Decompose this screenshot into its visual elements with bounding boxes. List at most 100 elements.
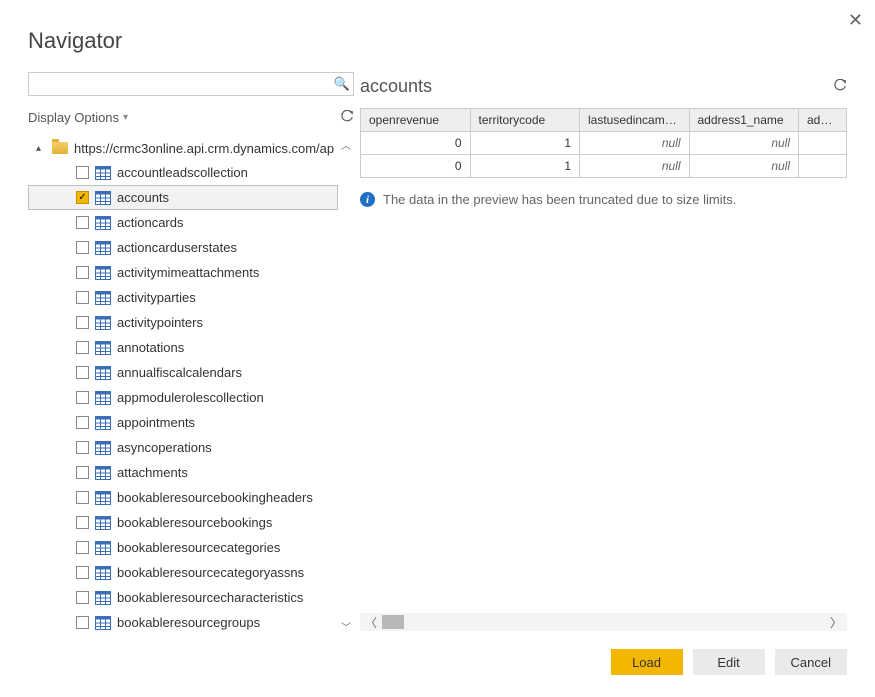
tree-item-annotations[interactable]: annotations [28,335,338,360]
preview-refresh-icon[interactable] [833,79,847,93]
chevron-down-icon: ▾ [123,112,128,123]
table-icon [95,466,111,480]
checkbox[interactable] [76,416,89,429]
checkbox[interactable] [76,516,89,529]
tree-item-bookableresourcecharacteristics[interactable]: bookableresourcecharacteristics [28,585,338,610]
scroll-up-arrow[interactable]: ︿ [338,136,354,152]
display-options-label: Display Options [28,110,119,125]
horizontal-scrollbar[interactable]: 〈 〉 [360,613,847,631]
collapse-arrow-icon[interactable]: ▴ [36,143,46,154]
edit-button[interactable]: Edit [693,649,765,675]
tree-item-label: actioncards [117,215,183,230]
left-pane: 🔍 Display Options ▾ ▴ https://crmc3onlin… [28,72,354,628]
table-icon [95,241,111,255]
table-icon [95,216,111,230]
tree-item-label: bookableresourcebookingheaders [117,490,313,505]
table-icon [95,391,111,405]
checkbox[interactable] [76,491,89,504]
tree-item-label: bookableresourcebookings [117,515,272,530]
checkbox[interactable] [76,466,89,479]
tree-item-bookableresourcebookings[interactable]: bookableresourcebookings [28,510,338,535]
column-header[interactable]: territorycode [470,109,580,132]
table-icon [95,316,111,330]
checkbox[interactable] [76,616,89,629]
checkbox[interactable] [76,266,89,279]
checkbox[interactable] [76,291,89,304]
checkbox[interactable] [76,441,89,454]
search-input[interactable] [29,77,331,92]
tree-item-label: bookableresourcecharacteristics [117,590,303,605]
table-icon [95,416,111,430]
preview-table: openrevenueterritorycodelastusedincampai… [360,108,847,178]
tree-item-appmodulerolescollection[interactable]: appmodulerolescollection [28,385,338,410]
tree-scrollbar[interactable]: ︿ ﹀ [338,136,354,634]
table-icon [95,291,111,305]
checkbox[interactable] [76,541,89,554]
scroll-track[interactable] [382,613,825,631]
column-header[interactable]: openrevenue [361,109,471,132]
checkbox[interactable] [76,316,89,329]
scroll-right-arrow[interactable]: 〉 [825,613,847,631]
tree-item-bookableresourcebookingheaders[interactable]: bookableresourcebookingheaders [28,485,338,510]
cell: null [580,132,690,155]
tree-item-annualfiscalcalendars[interactable]: annualfiscalcalendars [28,360,338,385]
search-box[interactable]: 🔍 [28,72,354,96]
cancel-button[interactable]: Cancel [775,649,847,675]
tree-item-label: appmodulerolescollection [117,390,264,405]
checkbox[interactable] [76,391,89,404]
tree-item-activitypointers[interactable]: activitypointers [28,310,338,335]
tree-item-accountleadscollection[interactable]: accountleadscollection [28,160,338,185]
tree-item-bookableresourcecategories[interactable]: bookableresourcecategories [28,535,338,560]
close-icon[interactable]: ✕ [848,10,863,31]
tree-item-activitymimeattachments[interactable]: activitymimeattachments [28,260,338,285]
info-icon: i [360,192,375,207]
column-header[interactable]: address1_ [799,109,847,132]
tree-item-activityparties[interactable]: activityparties [28,285,338,310]
table-row[interactable]: 01nullnull [361,132,847,155]
column-header[interactable]: address1_name [689,109,799,132]
refresh-icon[interactable] [340,110,354,124]
tree-item-label: accountleadscollection [117,165,248,180]
tree-item-accounts[interactable]: ✓ accounts [28,185,338,210]
checkbox[interactable] [76,216,89,229]
cell: 1 [470,155,580,178]
tree-item-label: annotations [117,340,184,355]
table-icon [95,591,111,605]
scroll-down-arrow[interactable]: ﹀ [338,618,354,634]
checkbox[interactable]: ✓ [76,191,89,204]
checkbox[interactable] [76,241,89,254]
display-options-dropdown[interactable]: Display Options ▾ [28,110,128,125]
cell: null [689,132,799,155]
navigator-tree: ▴ https://crmc3online.api.crm.dynamics.c… [28,136,338,634]
checkbox[interactable] [76,591,89,604]
column-header[interactable]: lastusedincampaign [580,109,690,132]
tree-item-label: accounts [117,190,169,205]
tree-item-attachments[interactable]: attachments [28,460,338,485]
tree-item-asyncoperations[interactable]: asyncoperations [28,435,338,460]
table-row[interactable]: 01nullnull [361,155,847,178]
tree-root[interactable]: ▴ https://crmc3online.api.crm.dynamics.c… [28,136,338,160]
root-label: https://crmc3online.api.crm.dynamics.com… [74,141,334,156]
tree-item-actioncards[interactable]: actioncards [28,210,338,235]
table-icon [95,441,111,455]
search-icon[interactable]: 🔍 [331,76,353,92]
checkbox[interactable] [76,341,89,354]
checkbox[interactable] [76,166,89,179]
cell: null [580,155,690,178]
tree-item-label: activitypointers [117,315,203,330]
scroll-thumb[interactable] [382,615,404,629]
cell [799,132,847,155]
cell [799,155,847,178]
tree-item-label: asyncoperations [117,440,212,455]
tree-item-appointments[interactable]: appointments [28,410,338,435]
preview-pane: accounts openrevenueterritorycodelastuse… [360,72,847,631]
checkbox[interactable] [76,566,89,579]
checkbox[interactable] [76,366,89,379]
table-icon [95,341,111,355]
tree-item-bookableresourcecategoryassns[interactable]: bookableresourcecategoryassns [28,560,338,585]
truncation-message: i The data in the preview has been trunc… [360,192,847,207]
tree-item-bookableresourcegroups[interactable]: bookableresourcegroups [28,610,338,634]
load-button[interactable]: Load [611,649,683,675]
scroll-left-arrow[interactable]: 〈 [360,613,382,631]
tree-item-actioncarduserstates[interactable]: actioncarduserstates [28,235,338,260]
